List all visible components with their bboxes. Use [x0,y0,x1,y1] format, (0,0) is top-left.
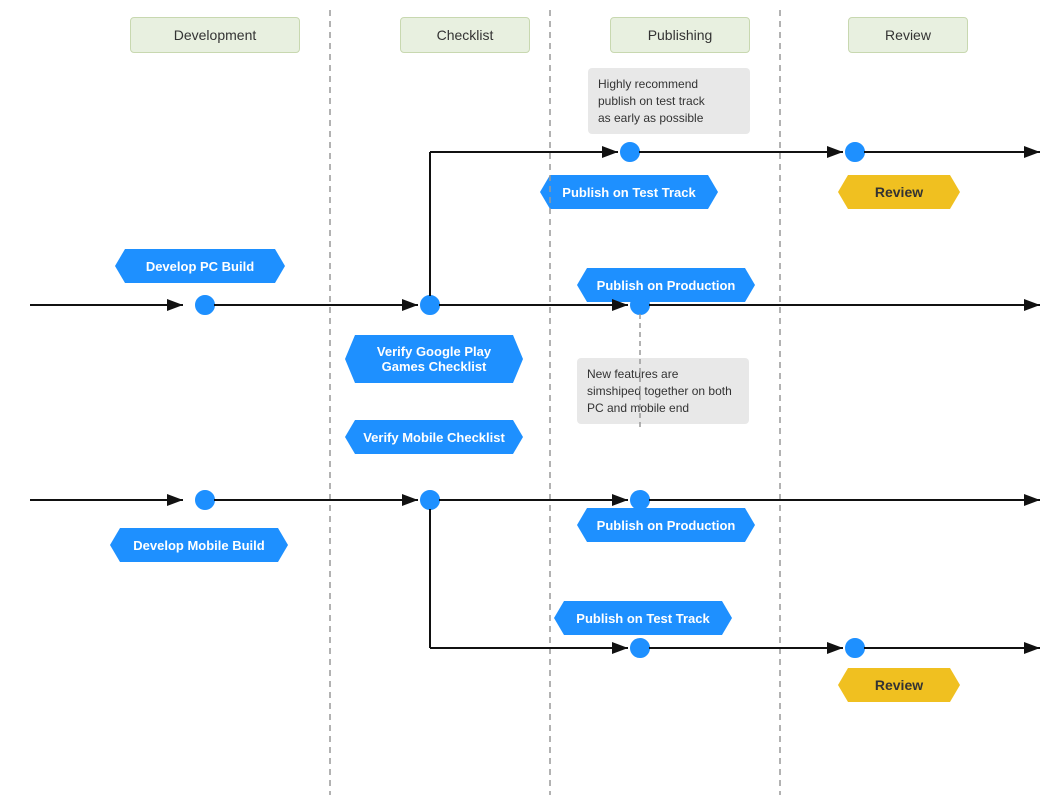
node-top-2 [421,296,439,314]
node-top-1 [196,296,214,314]
diagram-svg [0,0,1057,803]
node-top-3 [631,296,649,314]
node-bottom-test-track [631,639,649,657]
node-bottom-review [846,639,864,657]
node-top-test-track [621,143,639,161]
diagram-container: Development Checklist Publishing Review … [0,0,1057,803]
node-top-review [846,143,864,161]
node-bottom-2 [421,491,439,509]
node-bottom-1 [196,491,214,509]
node-bottom-3 [631,491,649,509]
